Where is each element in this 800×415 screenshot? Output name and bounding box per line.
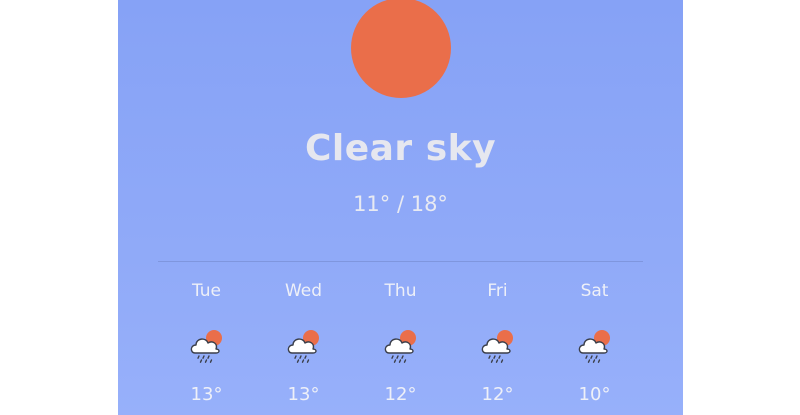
forecast-day-temp: 12° [481,384,514,405]
cloud-sun-rain-icon [384,330,416,363]
weather-card: Clear sky 11° / 18° Tue 13° Wed 13° Thu … [118,0,683,415]
page: Clear sky 11° / 18° Tue 13° Wed 13° Thu … [0,0,800,415]
forecast-day-name: Sat [580,281,609,301]
current-temp-range: 11° / 18° [353,192,448,216]
forecast-day-temp: 10° [578,384,611,405]
forecast-day-name: Wed [284,281,323,301]
cloud-sun-rain-icon [578,330,610,363]
forecast-day-temp: 13° [287,384,320,405]
forecast-day-name: Fri [487,281,508,301]
cloud-sun-rain-icon [481,330,513,363]
sun-icon [351,0,451,98]
forecast-day-wed: Wed 13° [255,281,352,415]
forecast-day-temp: 12° [384,384,417,405]
cloud-sun-rain-icon [190,330,222,363]
forecast-day-name: Tue [191,281,222,301]
forecast-day-tue: Tue 13° [158,281,255,415]
divider [158,261,643,262]
forecast-day-name: Thu [384,281,417,301]
cloud-sun-rain-icon [287,330,319,363]
current-condition: Clear sky [304,128,497,169]
forecast-day-thu: Thu 12° [352,281,449,415]
forecast-day-fri: Fri 12° [449,281,546,415]
forecast-day-sat: Sat 10° [546,281,643,415]
forecast-day-temp: 13° [190,384,223,405]
forecast-row: Tue 13° Wed 13° Thu 12° Fri 12° Sat 10° [158,281,643,415]
